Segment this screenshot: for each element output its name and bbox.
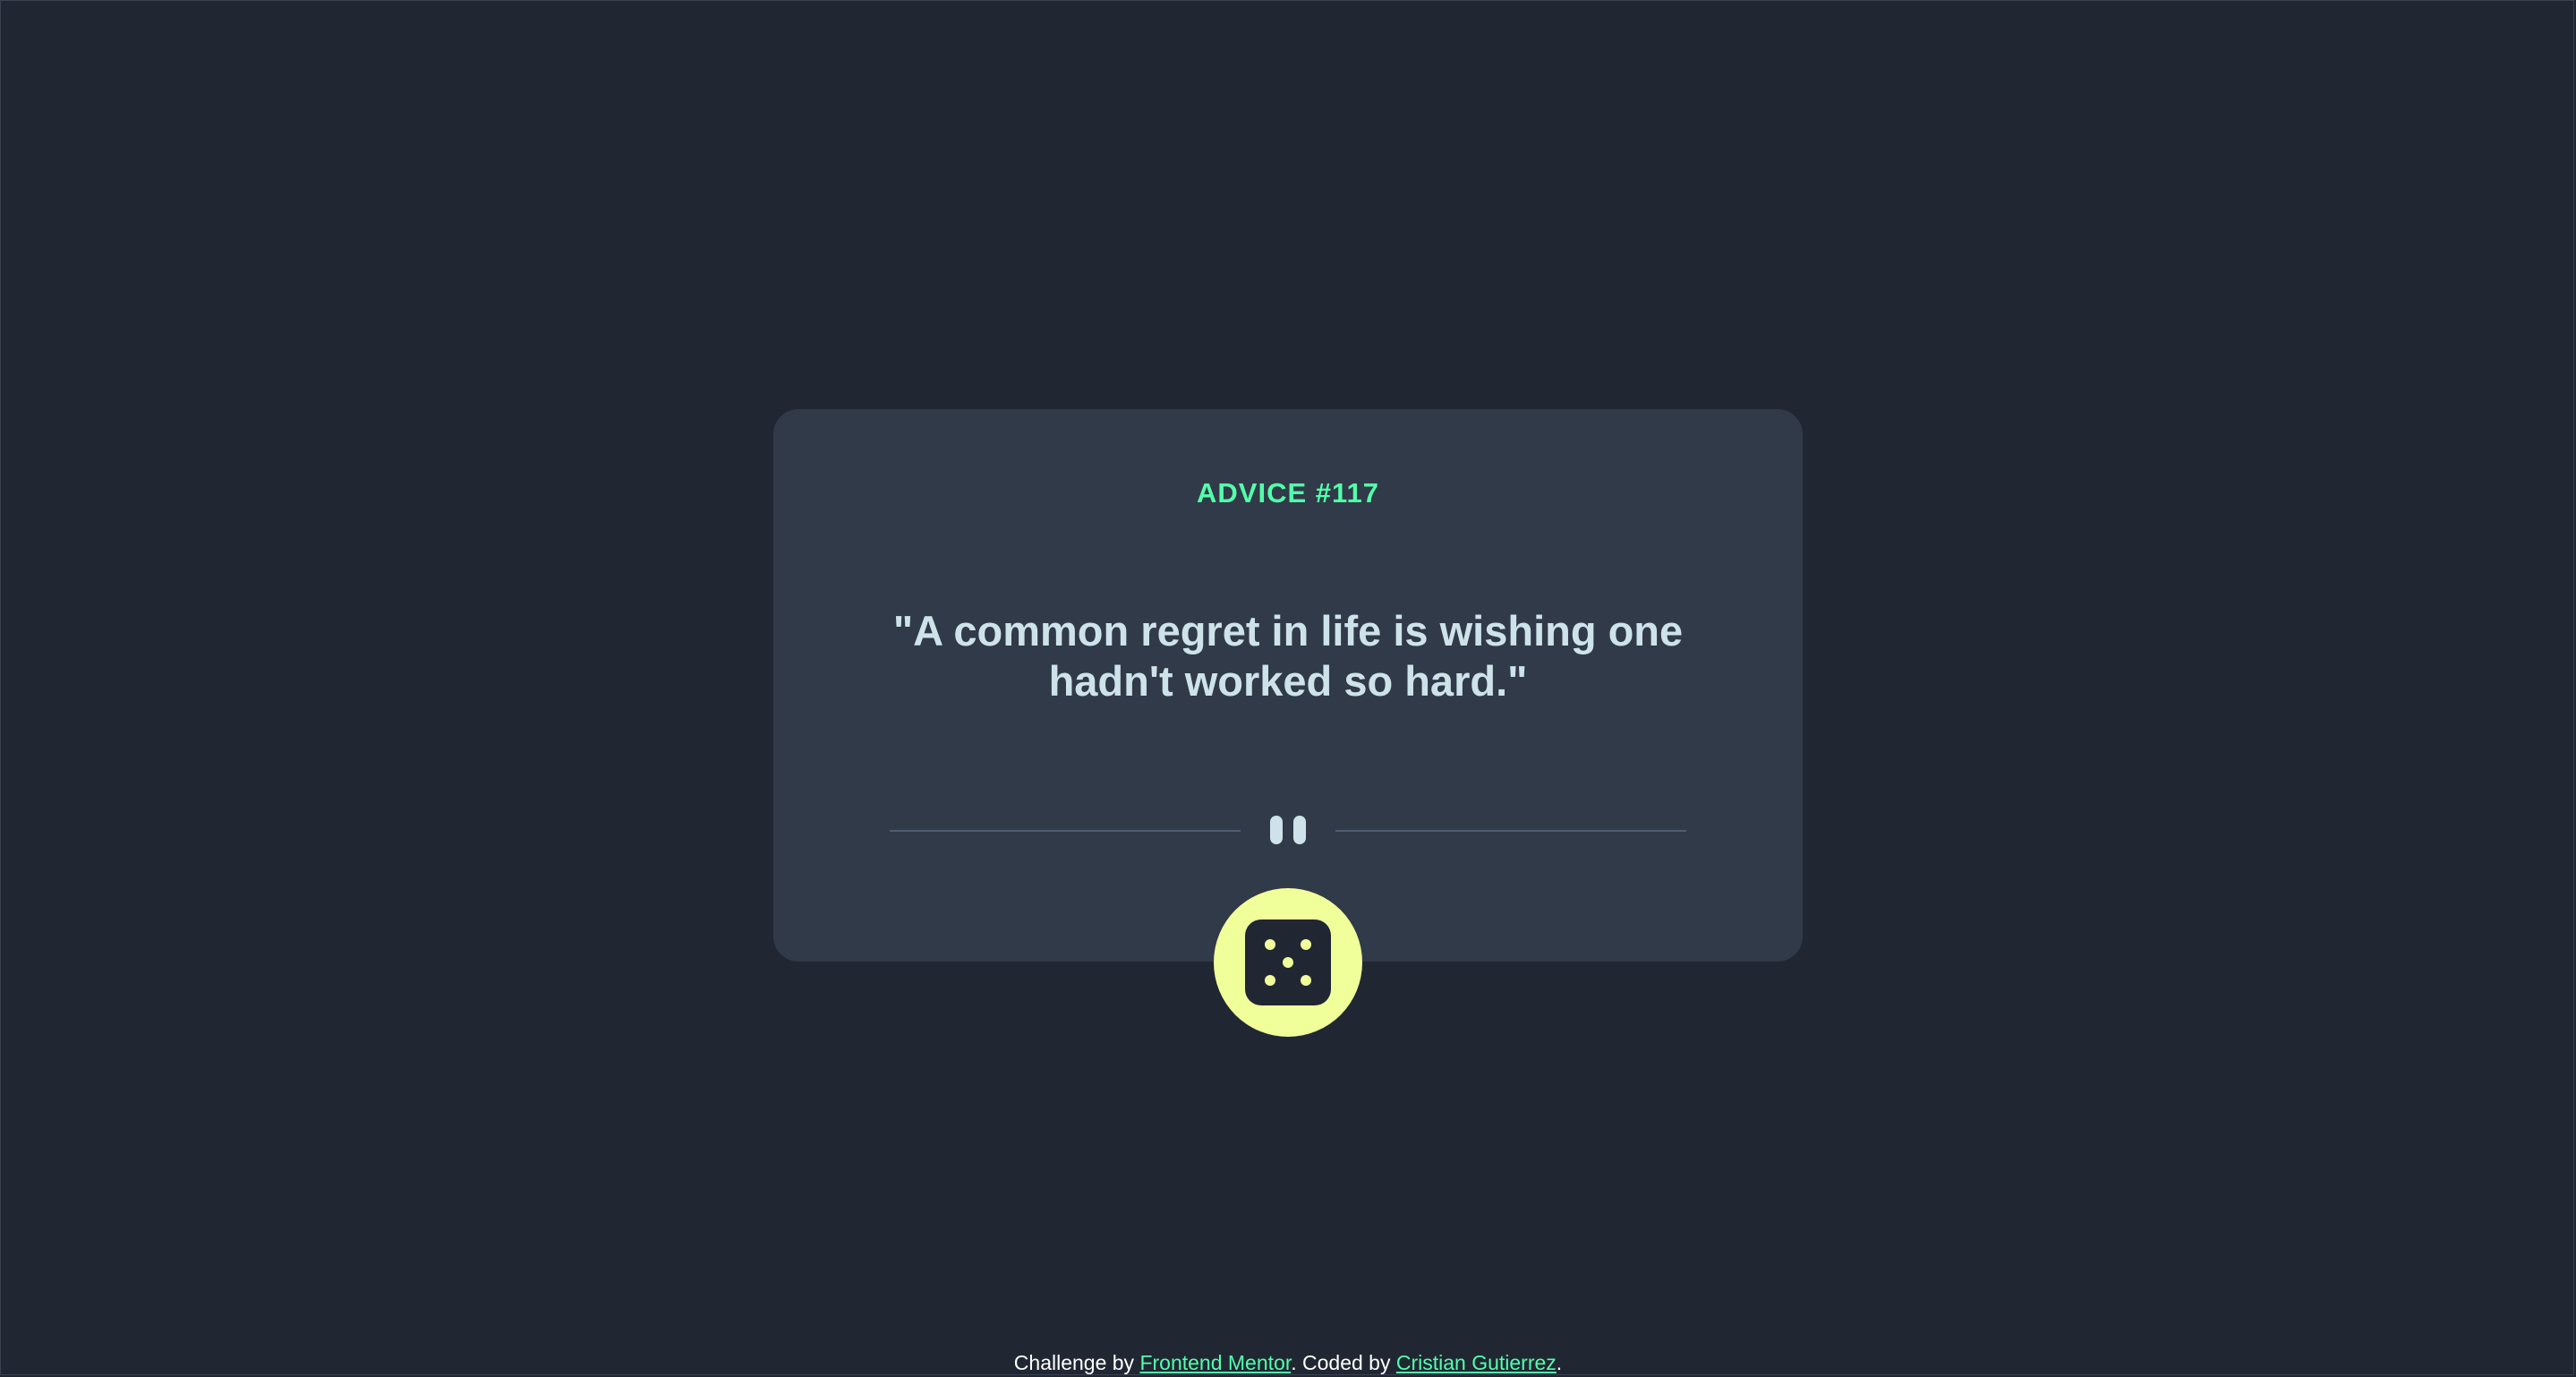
frontend-mentor-link[interactable]: Frontend Mentor (1139, 1351, 1291, 1374)
new-advice-button[interactable] (1214, 888, 1362, 1037)
divider-line-left (890, 830, 1241, 832)
advice-card: ADVICE #117 "A common regret in life is … (773, 409, 1803, 962)
pause-bar (1293, 816, 1306, 844)
attribution-footer: Challenge by Frontend Mentor. Coded by C… (0, 1348, 2576, 1377)
footer-suffix: . (1556, 1351, 1563, 1374)
footer-middle: . Coded by (1291, 1351, 1396, 1374)
author-link[interactable]: Cristian Gutierrez (1396, 1351, 1557, 1374)
dice-icon (1245, 919, 1331, 1005)
footer-prefix: Challenge by (1013, 1351, 1140, 1374)
advice-quote: "A common regret in life is wishing one … (892, 607, 1684, 705)
pause-icon (1268, 812, 1308, 848)
pause-bar (1270, 816, 1283, 844)
advice-number: ADVICE #117 (1197, 477, 1379, 509)
divider (773, 812, 1803, 848)
divider-line-right (1335, 830, 1686, 832)
